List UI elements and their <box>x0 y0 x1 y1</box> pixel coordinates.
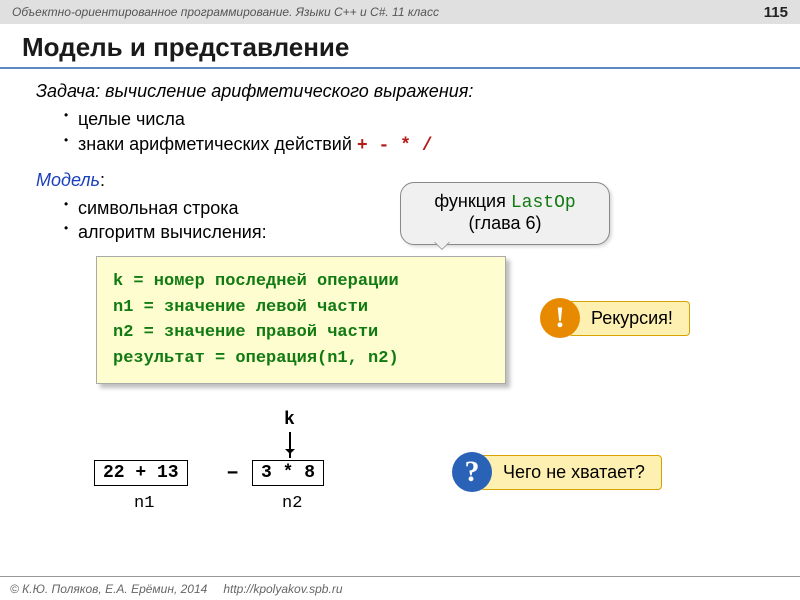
header-bar: Объектно-ориентированное программировани… <box>0 0 800 24</box>
recursion-label: Рекурсия! <box>568 301 690 336</box>
question-icon: ? <box>452 452 492 492</box>
missing-label: Чего не хватает? <box>480 455 662 490</box>
n2-label: n2 <box>282 494 302 513</box>
footer: © К.Ю. Поляков, Е.А. Ерёмин, 2014 http:/… <box>0 576 800 600</box>
bubble-line2: (глава 6) <box>417 213 593 234</box>
bubble-lastop: функция LastOp (глава 6) <box>400 182 610 245</box>
expr-box-2: 3 * 8 <box>252 460 324 486</box>
bullet-ops: знаки арифметических действий + - * / <box>64 132 764 158</box>
title-rule <box>0 67 800 69</box>
footer-url: http://kpolyakov.spb.ru <box>223 582 342 596</box>
operators: + - * / <box>357 136 433 156</box>
exclaim-icon: ! <box>540 298 580 338</box>
task-text: : вычисление арифметического выражения: <box>95 81 473 101</box>
k-label: k <box>284 410 295 430</box>
model-label: Модель <box>36 170 100 190</box>
callout-missing: ? Чего не хватает? <box>452 452 662 492</box>
code-box: k = номер последней операции n1 = значен… <box>96 256 506 384</box>
n1-label: n1 <box>134 494 154 513</box>
bubble-line1: функция LastOp <box>417 191 593 213</box>
bubble-pre: функция <box>434 191 511 211</box>
bubble-fn: LastOp <box>511 193 576 213</box>
expression-diagram: k 22 + 13 – 3 * 8 n1 n2 <box>94 410 454 540</box>
code-l4: результат = операция(n1, n2) <box>113 346 489 372</box>
course-label: Объектно-ориентированное программировани… <box>12 5 439 19</box>
page-title: Модель и представление <box>0 24 800 67</box>
code-l1: k = номер последней операции <box>113 269 489 295</box>
page-number: 115 <box>764 4 788 21</box>
bullet-ints: целые числа <box>64 107 764 131</box>
arrow-down-icon <box>289 432 291 458</box>
code-l2: n1 = значение левой части <box>113 295 489 321</box>
task-line: Задача: вычисление арифметического выраж… <box>36 79 764 103</box>
minus-sign: – <box>226 460 239 485</box>
task-bullets: целые числа знаки арифметических действи… <box>64 107 764 158</box>
model-line: Модель: <box>36 168 764 192</box>
model-colon: : <box>100 170 105 190</box>
task-label: Задача <box>36 81 95 101</box>
bullet-ops-text: знаки арифметических действий <box>78 134 357 154</box>
copyright: © К.Ю. Поляков, Е.А. Ерёмин, 2014 <box>10 582 207 596</box>
expr-box-1: 22 + 13 <box>94 460 188 486</box>
code-l3: n2 = значение правой части <box>113 320 489 346</box>
callout-recursion: ! Рекурсия! <box>540 298 690 338</box>
